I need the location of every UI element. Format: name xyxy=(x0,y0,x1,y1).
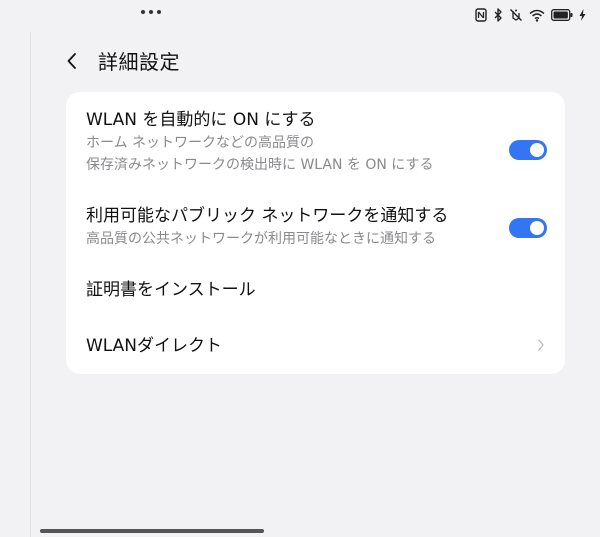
setting-subtitle: ホーム ネットワークなどの高品質の xyxy=(86,135,315,151)
vibrate-off-icon xyxy=(509,8,523,22)
battery-icon xyxy=(551,9,573,21)
chevron-right-icon xyxy=(538,339,544,351)
bluetooth-icon xyxy=(493,8,503,22)
setting-row-public-network[interactable]: 利用可能なパブリック ネットワークを通知する 高品質の公共ネットワークが利用可能… xyxy=(86,204,547,252)
page-title: 詳細設定 xyxy=(98,50,180,74)
page-header: 詳細設定 xyxy=(60,46,180,75)
dot xyxy=(149,10,153,14)
multi-window-handle[interactable] xyxy=(141,10,161,14)
setting-title: WLAN を自動的に ON にする xyxy=(86,110,316,130)
auto-wlan-toggle[interactable] xyxy=(509,140,547,160)
status-bar xyxy=(475,8,586,22)
setting-title: 証明書をインストール xyxy=(86,280,256,300)
wifi-icon xyxy=(529,9,545,22)
setting-row-wlan-direct[interactable]: WLANダイレクト xyxy=(86,334,547,360)
settings-screen: 詳細設定 WLAN を自動的に ON にする ホーム ネットワークなどの高品質の… xyxy=(0,0,600,537)
chevron-left-icon xyxy=(67,52,76,69)
public-network-toggle[interactable] xyxy=(509,218,547,238)
setting-row-auto-wlan[interactable]: WLAN を自動的に ON にする ホーム ネットワークなどの高品質の 保存済み… xyxy=(86,108,547,178)
setting-title: 利用可能なパブリック ネットワークを通知する xyxy=(86,206,449,226)
back-button[interactable] xyxy=(60,47,84,75)
setting-row-install-cert[interactable]: 証明書をインストール xyxy=(86,278,547,304)
setting-subtitle: 高品質の公共ネットワークが利用可能なときに通知する xyxy=(86,231,436,247)
nfc-icon xyxy=(475,8,487,22)
dot xyxy=(141,10,145,14)
dot xyxy=(157,10,161,14)
navigation-handle[interactable] xyxy=(40,529,264,533)
setting-title: WLANダイレクト xyxy=(86,336,223,356)
settings-card: WLAN を自動的に ON にする ホーム ネットワークなどの高品質の 保存済み… xyxy=(66,92,565,374)
charging-icon xyxy=(579,9,586,21)
pane-divider xyxy=(30,32,31,537)
setting-subtitle: 保存済みネットワークの検出時に WLAN を ON にする xyxy=(86,157,434,173)
